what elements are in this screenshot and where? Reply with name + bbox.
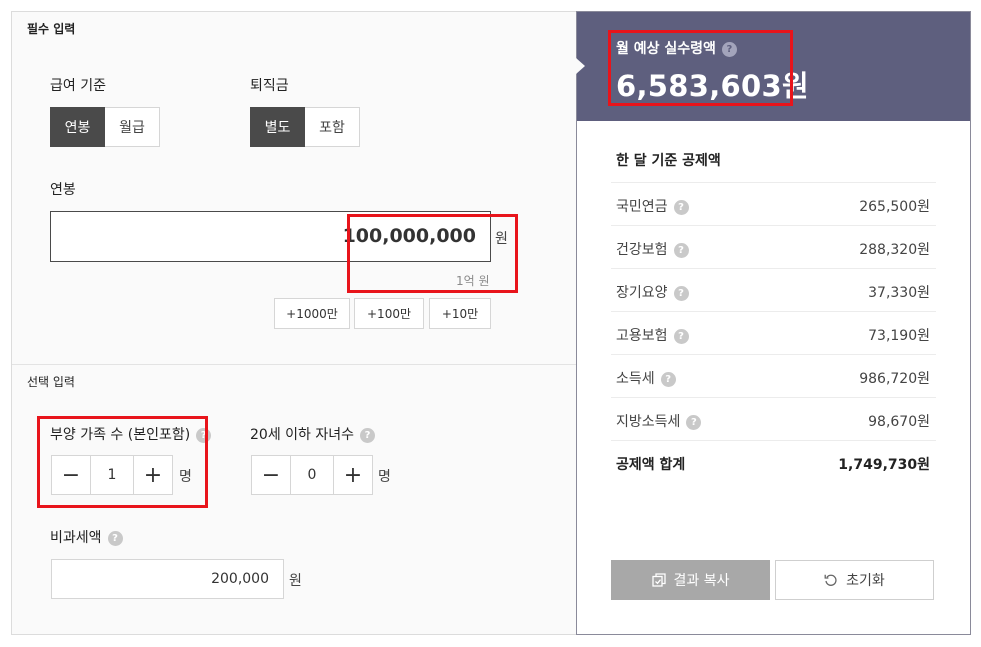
deduction-help-icon[interactable]: ?: [673, 285, 689, 301]
section-divider: [12, 364, 577, 365]
deduction-row: 고용보험? 73,190원: [611, 311, 936, 354]
net-pay-value: 6,583,603원: [616, 69, 809, 103]
nontax-label-text: 비과세액: [50, 530, 102, 546]
salary-unit: 원: [495, 231, 508, 247]
dependents-minus-button[interactable]: −: [51, 455, 91, 495]
deduction-value: 288,320원: [859, 242, 930, 258]
deduction-help-icon[interactable]: ?: [660, 371, 676, 387]
severance-toggle: 별도 포함: [250, 107, 360, 147]
dependents-plus-button[interactable]: +: [133, 455, 173, 495]
deduction-row: 지방소득세? 98,670원: [611, 397, 936, 440]
deduction-row: 소득세? 986,720원: [611, 354, 936, 397]
pay-basis-monthly-option[interactable]: 월급: [105, 107, 160, 147]
deduction-total-name: 공제액 합계: [616, 457, 686, 473]
deduction-name: 국민연금: [616, 199, 668, 215]
deduction-row: 국민연금? 265,500원: [611, 182, 936, 225]
deduction-name: 건강보험: [616, 242, 668, 258]
deduction-help-icon[interactable]: ?: [686, 414, 702, 430]
deduction-value: 98,670원: [868, 414, 930, 430]
deduction-help-icon[interactable]: ?: [673, 199, 689, 215]
deduction-value: 37,330원: [868, 285, 930, 301]
salary-input[interactable]: 100,000,000: [50, 211, 491, 262]
dependents-unit: 명: [179, 469, 192, 485]
children-minus-button[interactable]: −: [251, 455, 291, 495]
add-10m-button[interactable]: +1000만: [274, 298, 350, 329]
input-panel: 필수 입력 급여 기준 연봉 월급 퇴직금 별도 포함 연봉 100,000,0…: [11, 11, 577, 635]
pay-basis-toggle: 연봉 월급: [50, 107, 160, 147]
result-panel: 월 예상 실수령액? 6,583,603원 한 달 기준 공제액 국민연금? 2…: [576, 11, 971, 635]
children-plus-button[interactable]: +: [333, 455, 373, 495]
deduction-row: 장기요양? 37,330원: [611, 268, 936, 311]
deduction-help-icon[interactable]: ?: [673, 328, 689, 344]
salary-hint: 1억 원: [456, 274, 490, 288]
children-value[interactable]: 0: [291, 455, 333, 495]
deduction-value: 986,720원: [859, 371, 930, 387]
nontax-input[interactable]: 200,000: [51, 559, 284, 599]
result-header: 월 예상 실수령액? 6,583,603원: [576, 12, 970, 121]
deduction-name: 장기요양: [616, 285, 668, 301]
nontax-input-value: 200,000: [211, 571, 269, 587]
dependents-help-icon[interactable]: ?: [196, 427, 212, 443]
copy-icon: [651, 573, 666, 587]
children-label-text: 20세 이하 자녀수: [250, 427, 354, 443]
dependents-label: 부양 가족 수 (본인포함)?: [50, 424, 212, 444]
deduction-name: 소득세: [616, 371, 655, 387]
panel-pointer: [576, 58, 585, 74]
children-unit: 명: [378, 469, 391, 485]
required-section-title: 필수 입력: [27, 22, 76, 36]
copy-result-button[interactable]: 결과 복사: [611, 560, 770, 600]
severance-label: 퇴직금: [250, 78, 289, 94]
deduction-value: 73,190원: [868, 328, 930, 344]
salary-input-value: 100,000,000: [342, 225, 476, 247]
add-1m-button[interactable]: +100만: [354, 298, 424, 329]
add-100k-button[interactable]: +10만: [429, 298, 491, 329]
optional-section-title: 선택 입력: [27, 375, 75, 389]
dependents-stepper: − 1 +: [51, 455, 173, 495]
nontax-unit: 원: [289, 573, 302, 589]
dependents-value[interactable]: 1: [91, 455, 133, 495]
severance-separate-option[interactable]: 별도: [250, 107, 305, 147]
pay-basis-annual-option[interactable]: 연봉: [50, 107, 105, 147]
reset-icon: [824, 574, 837, 586]
nontax-help-icon[interactable]: ?: [107, 530, 123, 546]
deduction-value: 265,500원: [859, 199, 930, 215]
result-help-icon[interactable]: ?: [721, 41, 737, 57]
result-label: 월 예상 실수령액?: [616, 38, 737, 58]
pay-basis-label: 급여 기준: [50, 78, 106, 94]
children-help-icon[interactable]: ?: [360, 427, 375, 443]
deductions-title: 한 달 기준 공제액: [616, 153, 721, 169]
dependents-label-text: 부양 가족 수 (본인포함): [50, 427, 191, 443]
severance-included-option[interactable]: 포함: [305, 107, 360, 147]
deduction-help-icon[interactable]: ?: [673, 242, 689, 258]
deduction-name: 지방소득세: [616, 414, 681, 430]
salary-label: 연봉: [50, 182, 76, 198]
copy-result-label: 결과 복사: [673, 573, 730, 589]
deduction-total-row: 공제액 합계 1,749,730원: [611, 440, 936, 483]
reset-label: 초기화: [846, 573, 885, 589]
children-stepper: − 0 +: [251, 455, 373, 495]
children-label: 20세 이하 자녀수?: [250, 424, 375, 444]
result-label-text: 월 예상 실수령액: [616, 41, 716, 57]
deduction-name: 고용보험: [616, 328, 668, 344]
nontax-label: 비과세액?: [50, 527, 123, 547]
deduction-row: 건강보험? 288,320원: [611, 225, 936, 268]
reset-button[interactable]: 초기화: [775, 560, 934, 600]
deduction-total-value: 1,749,730원: [838, 457, 930, 473]
